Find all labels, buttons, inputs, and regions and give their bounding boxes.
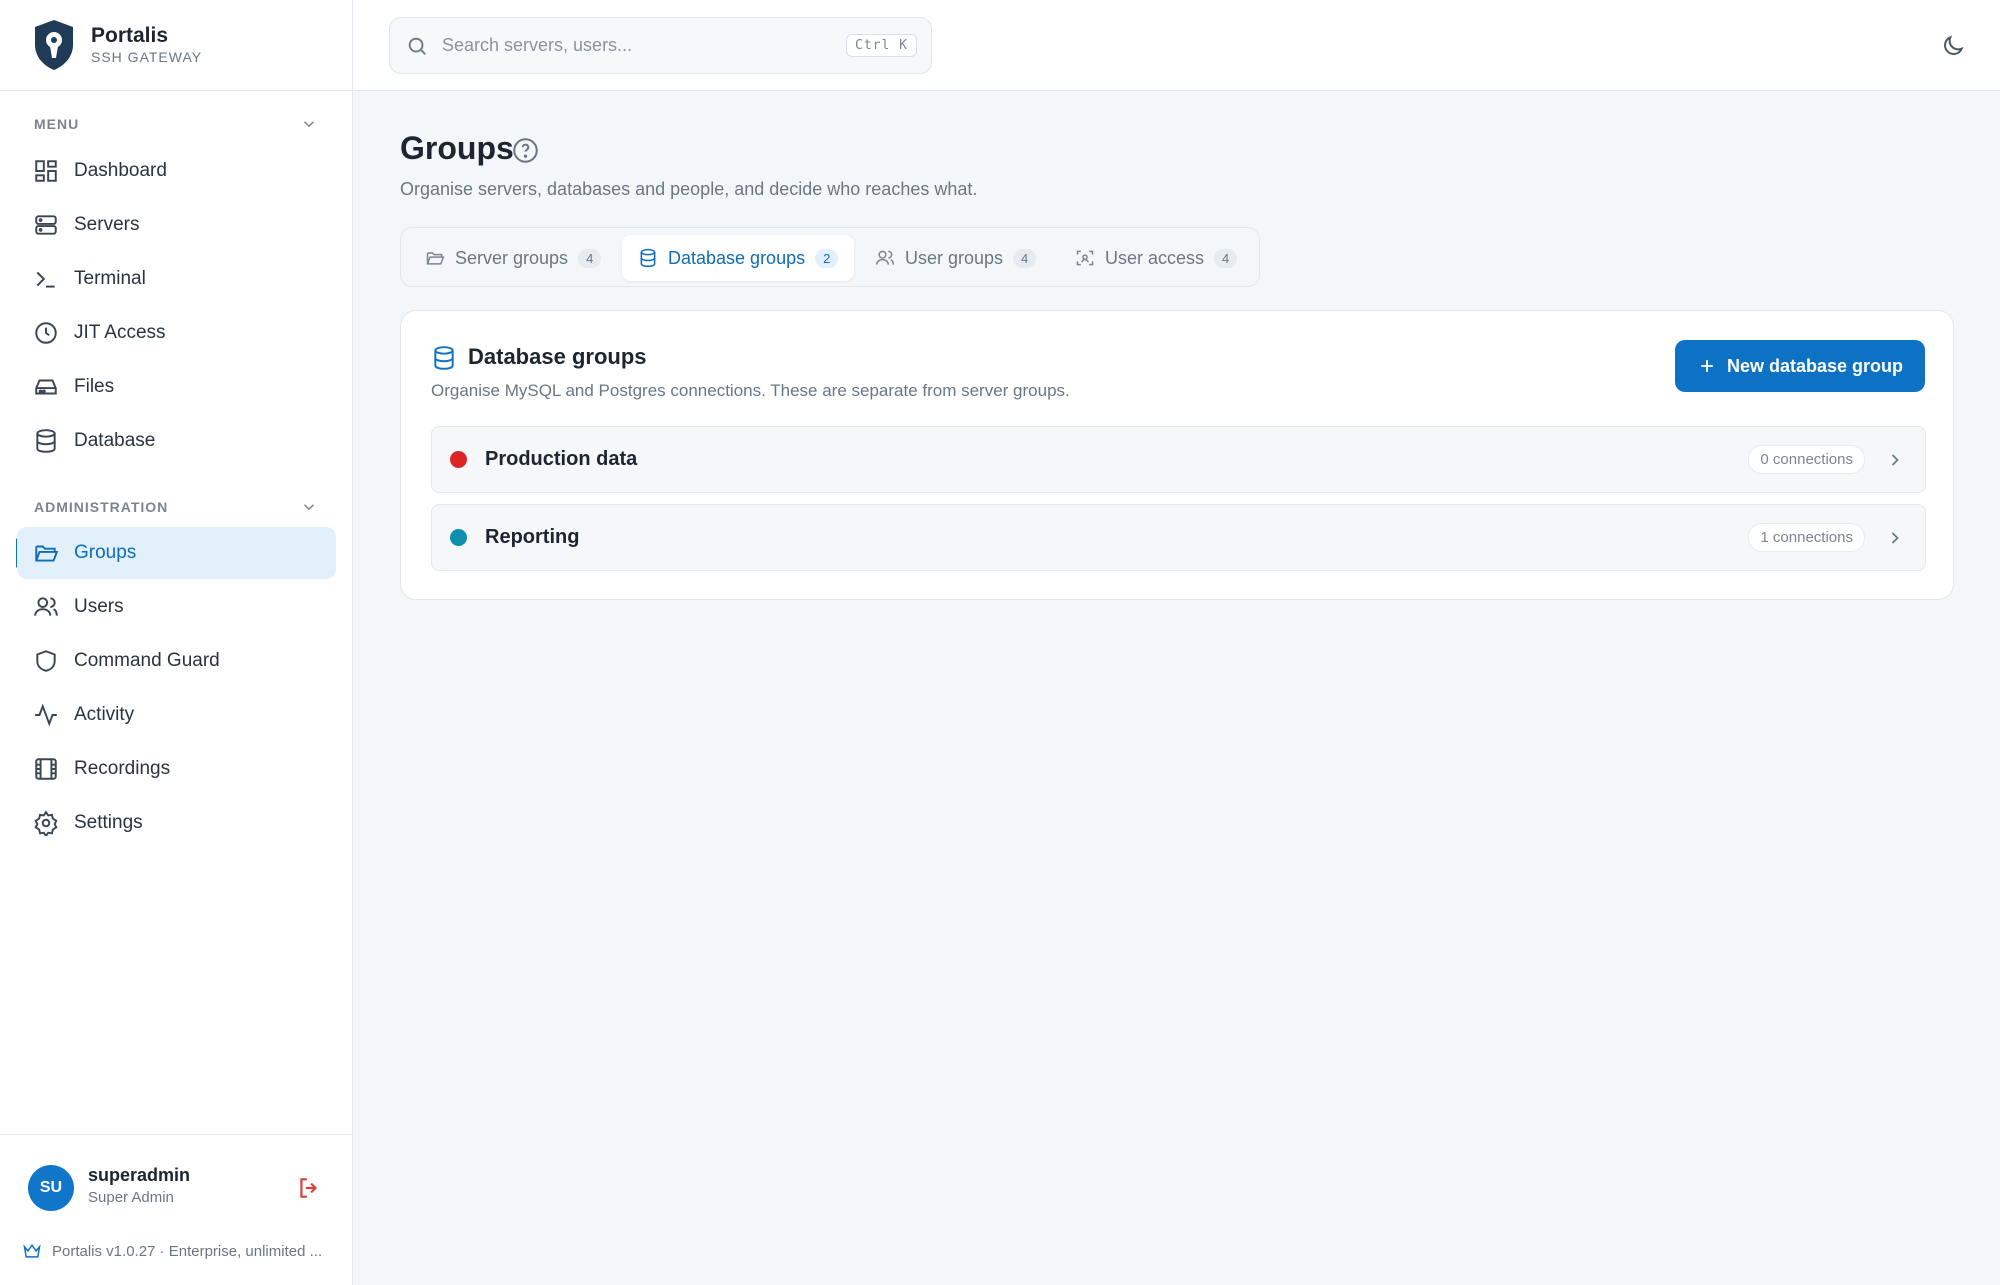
card-subtitle: Organise MySQL and Postgres connections.… <box>431 381 1070 400</box>
chevron-right-icon <box>1891 531 1899 544</box>
tab-count-badge: 2 <box>815 248 839 268</box>
server-icon <box>35 215 57 235</box>
tab-user-groups[interactable]: User groups 4 <box>859 235 1052 281</box>
list-item[interactable]: Reporting 1 connections <box>431 504 1926 571</box>
activity-icon <box>35 703 57 727</box>
sidebar-item-recordings[interactable]: Recordings <box>17 743 336 795</box>
tab-count-badge: 4 <box>1013 248 1037 268</box>
brand[interactable]: Portalis SSH GATEWAY <box>0 0 352 91</box>
film-icon <box>35 758 57 780</box>
administration-section-label: ADMINISTRATION <box>34 499 169 515</box>
sidebar-item-settings[interactable]: Settings <box>17 797 336 849</box>
user-name: superadmin <box>88 1165 191 1185</box>
sidebar-item-jit-access[interactable]: JIT Access <box>17 307 336 359</box>
group-color-dot <box>450 529 467 546</box>
app-name: Portalis <box>91 24 169 47</box>
new-database-group-button[interactable]: New database group <box>1674 340 1925 392</box>
database-icon <box>434 346 454 370</box>
topbar: Search servers, users... Ctrl K <box>353 0 2000 91</box>
sidebar-item-terminal[interactable]: Terminal <box>17 253 336 305</box>
tab-count-badge: 4 <box>578 248 602 268</box>
shield-icon <box>36 650 56 672</box>
tab-label: User groups <box>905 247 1004 268</box>
sidebar-item-groups[interactable]: Groups <box>17 527 336 579</box>
tab-database-groups[interactable]: Database groups 2 <box>622 235 855 281</box>
group-name: Reporting <box>485 526 580 548</box>
sidebar-item-files[interactable]: Files <box>17 361 336 413</box>
page-title: Groups <box>400 130 514 166</box>
sidebar-item-label: Dashboard <box>74 160 167 181</box>
sidebar: Portalis SSH GATEWAY MENU Dashboard Serv… <box>0 0 353 1285</box>
scan-icon <box>1076 250 1094 266</box>
users-icon <box>875 250 895 265</box>
search-shortcut-badge: Ctrl K <box>846 34 917 57</box>
database-icon <box>36 429 56 453</box>
tab-bar: Server groups 4 Database groups 2 User g… <box>400 227 1260 287</box>
sidebar-item-label: Files <box>74 376 115 397</box>
user-panel: SU superadmin Super Admin Portalis v1.0.… <box>0 1134 353 1285</box>
search-input[interactable]: Search servers, users... Ctrl K <box>389 17 932 74</box>
sidebar-item-label: Servers <box>74 214 140 235</box>
sidebar-item-database[interactable]: Database <box>17 415 336 467</box>
sidebar-item-command-guard[interactable]: Command Guard <box>17 635 336 687</box>
avatar[interactable]: SU <box>28 1165 74 1211</box>
moon-icon[interactable] <box>1940 33 1966 59</box>
folder-open-icon <box>35 545 59 562</box>
tab-label: Server groups <box>455 247 569 268</box>
folder-icon <box>426 252 445 265</box>
sidebar-item-label: Recordings <box>74 758 171 779</box>
version-text: Portalis v1.0.27 · Enterprise, unlimited… <box>52 1242 323 1260</box>
gear-icon <box>34 810 58 836</box>
app-subtitle: SSH GATEWAY <box>91 49 203 65</box>
chevron-down-icon <box>303 504 315 511</box>
connections-badge: 0 connections <box>1748 445 1865 474</box>
tab-label: Database groups <box>668 247 806 268</box>
logout-icon[interactable] <box>296 1175 322 1201</box>
search-placeholder: Search servers, users... <box>442 35 633 55</box>
chevron-down-icon <box>303 121 315 128</box>
tab-server-groups[interactable]: Server groups 4 <box>409 235 617 281</box>
group-color-dot <box>450 451 467 468</box>
crown-icon <box>23 1243 41 1258</box>
page-subtitle: Organise servers, databases and people, … <box>400 179 978 199</box>
version-info: Portalis v1.0.27 · Enterprise, unlimited… <box>22 1241 322 1261</box>
sidebar-item-label: Database <box>74 430 156 451</box>
sidebar-item-dashboard[interactable]: Dashboard <box>17 145 336 197</box>
sidebar-item-users[interactable]: Users <box>17 581 336 633</box>
group-name: Production data <box>485 448 638 470</box>
tab-label: User access <box>1105 247 1205 268</box>
sidebar-item-servers[interactable]: Servers <box>17 199 336 251</box>
sidebar-item-label: JIT Access <box>74 322 166 343</box>
search-icon <box>408 37 426 55</box>
help-icon[interactable] <box>512 137 539 164</box>
sidebar-item-activity[interactable]: Activity <box>17 689 336 741</box>
card-title: Database groups <box>468 344 647 369</box>
sidebar-item-label: Activity <box>74 704 135 725</box>
clock-icon <box>35 322 57 344</box>
sidebar-item-label: Settings <box>74 812 143 833</box>
sidebar-item-label: Users <box>74 596 124 617</box>
tab-user-access[interactable]: User access 4 <box>1059 235 1253 281</box>
tab-count-badge: 4 <box>1214 248 1238 268</box>
plus-icon <box>1701 360 1713 372</box>
button-label: New database group <box>1726 355 1903 376</box>
portalis-logo-icon <box>35 20 73 70</box>
sidebar-item-label: Terminal <box>74 268 146 289</box>
users-icon <box>34 597 58 616</box>
menu-section-label: MENU <box>34 116 80 132</box>
administration-section-header[interactable]: ADMINISTRATION <box>34 498 318 516</box>
terminal-icon <box>36 271 55 288</box>
menu-section-header[interactable]: MENU <box>34 115 318 133</box>
list-item[interactable]: Production data 0 connections <box>431 426 1926 493</box>
chevron-right-icon <box>1891 453 1899 466</box>
sidebar-item-label: Command Guard <box>74 650 220 671</box>
database-icon <box>640 248 656 268</box>
user-role: Super Admin <box>88 1189 174 1206</box>
sidebar-item-label: Groups <box>74 542 137 563</box>
drive-icon <box>35 379 57 395</box>
database-groups-card: Database groups Organise MySQL and Postg… <box>400 310 1954 600</box>
dashboard-icon <box>35 160 57 182</box>
connections-badge: 1 connections <box>1748 523 1865 552</box>
